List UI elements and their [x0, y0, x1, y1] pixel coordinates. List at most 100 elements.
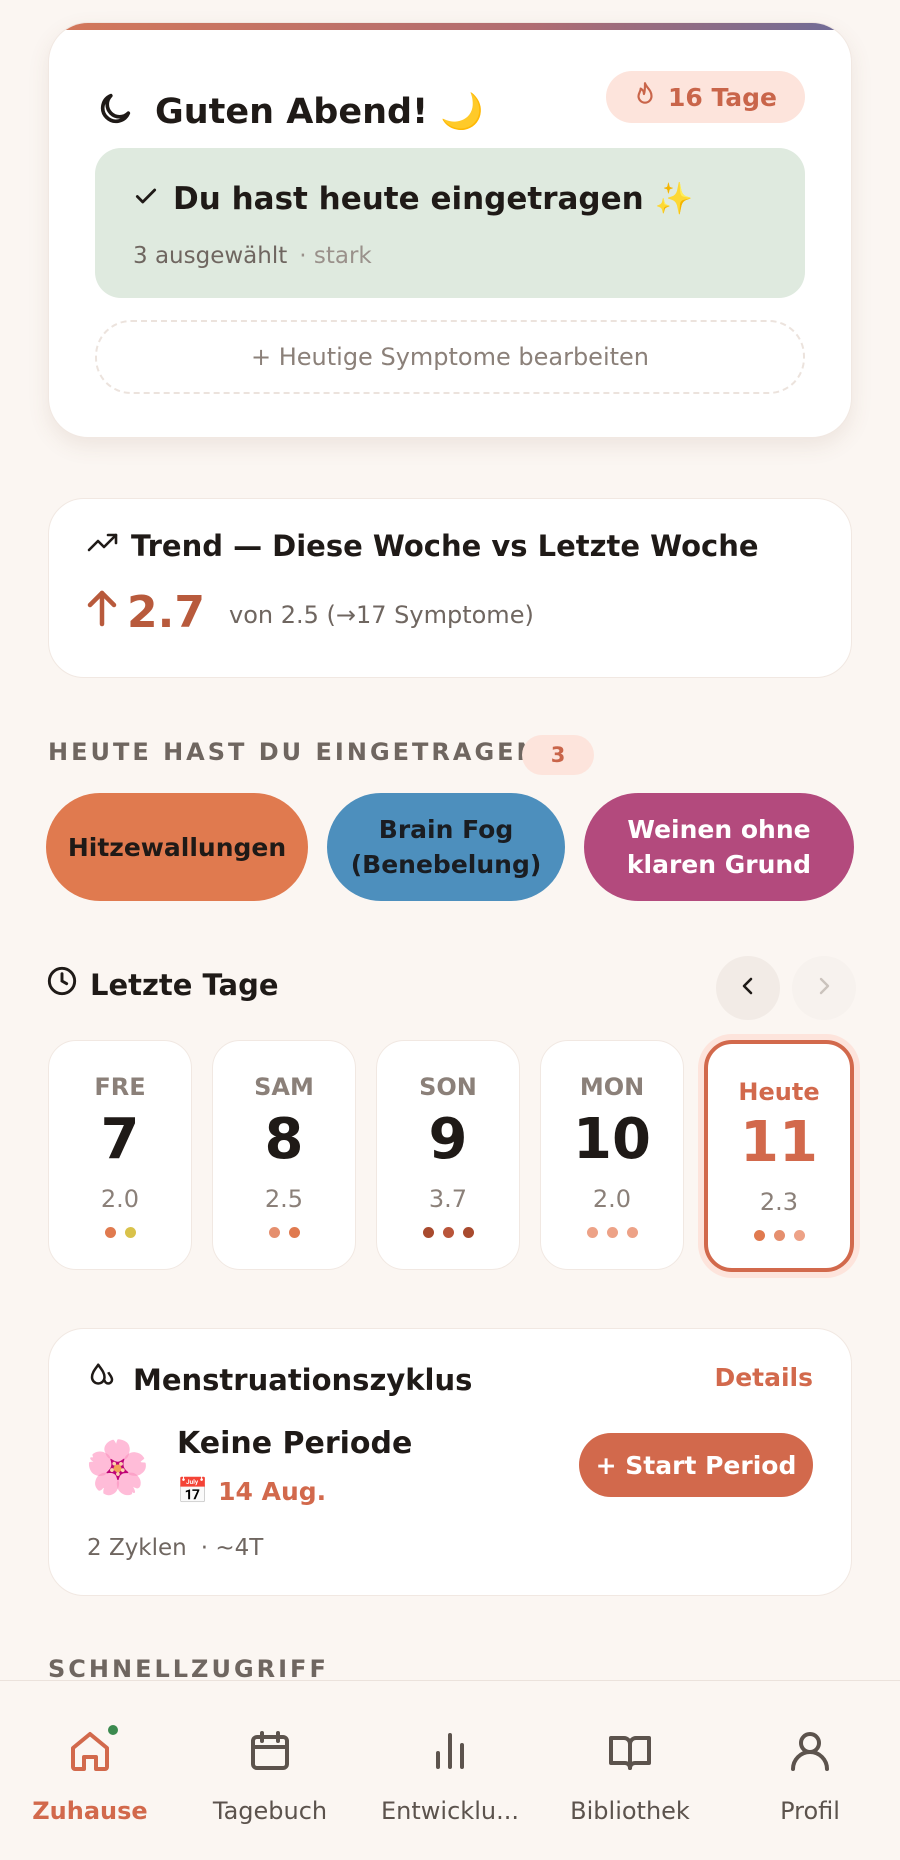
- day-card-mon[interactable]: MON 10 2.0: [540, 1040, 684, 1270]
- nav-label: Entwicklu...: [381, 1797, 519, 1825]
- day-weekday: Heute: [738, 1078, 820, 1106]
- cycle-details-link[interactable]: Details: [714, 1363, 813, 1392]
- day-card-sat[interactable]: SAM 8 2.5: [212, 1040, 356, 1270]
- day-dots: [213, 1227, 355, 1238]
- day-score: 3.7: [428, 1185, 468, 1213]
- symptom-chip[interactable]: Weinen ohne klaren Grund: [584, 793, 854, 901]
- day-dots: [49, 1227, 191, 1238]
- day-number: 10: [573, 1107, 651, 1172]
- severity-dot: [288, 1227, 300, 1238]
- chevron-left-icon: [738, 976, 758, 1000]
- day-score: 2.0: [100, 1185, 140, 1213]
- greeting-card: Guten Abend! 🌙 16 Tage Du hast heute ein…: [48, 22, 852, 438]
- severity-dot: [606, 1227, 618, 1238]
- cycle-title: Menstruationszyklus: [133, 1362, 473, 1397]
- trend-value: 2.7: [127, 587, 205, 638]
- drops-icon: [87, 1361, 117, 1398]
- home-icon: [0, 1727, 180, 1775]
- period-status: Keine Periode: [177, 1426, 413, 1461]
- severity-dot: [422, 1227, 434, 1238]
- trend-title: Trend — Diese Woche vs Letzte Woche: [131, 529, 759, 563]
- symptom-chip[interactable]: Brain Fog (Benebelung): [327, 793, 565, 901]
- trend-subtitle: von 2.5 (→17 Symptome): [229, 601, 534, 629]
- book-open-icon: [540, 1727, 720, 1775]
- day-dots: [708, 1230, 850, 1241]
- calendar-emoji-icon: 📅: [177, 1476, 209, 1505]
- streak-badge: 16 Tage: [605, 71, 805, 123]
- day-number: 7: [100, 1107, 140, 1172]
- symptom-chip-label: Weinen ohne klaren Grund: [626, 815, 812, 879]
- severity-dot: [442, 1227, 454, 1238]
- severity-dot: [773, 1230, 785, 1241]
- day-score: 2.3: [759, 1188, 799, 1216]
- card-accent-bar: [49, 23, 851, 30]
- user-icon: [720, 1727, 900, 1775]
- next-days-button[interactable]: [792, 956, 856, 1020]
- edit-symptoms-button[interactable]: + Heutige Symptome bearbeiten: [95, 320, 805, 394]
- nav-label: Profil: [780, 1797, 840, 1825]
- start-period-button[interactable]: + Start Period: [579, 1433, 813, 1497]
- severity-dot: [626, 1227, 638, 1238]
- today-section-label: HEUTE HAST DU EINGETRAGEN: [48, 738, 540, 766]
- nav-item-diary[interactable]: Tagebuch: [180, 1681, 360, 1860]
- period-date: 14 Aug.: [218, 1476, 327, 1506]
- day-weekday: FRE: [94, 1073, 146, 1101]
- cycle-footer: 2 Zyklen · ~4T: [87, 1535, 263, 1561]
- logged-count: 3 ausgewählt: [133, 243, 288, 269]
- logged-summary: 3 ausgewählt · stark: [133, 243, 372, 269]
- calendar-icon: [180, 1727, 360, 1775]
- severity-dot: [462, 1227, 474, 1238]
- day-number: 8: [264, 1107, 304, 1172]
- recent-days-header: Letzte Tage: [46, 965, 279, 1004]
- nav-label: Tagebuch: [212, 1797, 328, 1825]
- arrow-up-icon: [87, 587, 117, 638]
- trending-up-icon: [87, 529, 119, 563]
- flame-icon: [634, 81, 656, 113]
- period-date-row: 📅 14 Aug.: [177, 1476, 326, 1506]
- day-card-sun[interactable]: SON 9 3.7: [376, 1040, 520, 1270]
- nav-item-progress[interactable]: Entwicklu...: [360, 1681, 540, 1860]
- cycle-count: 2 Zyklen: [87, 1535, 187, 1561]
- symptom-chip[interactable]: Hitzewallungen: [46, 793, 308, 901]
- day-card-today[interactable]: Heute 11 2.3: [704, 1040, 854, 1272]
- trend-value-row: 2.7: [87, 587, 205, 638]
- recent-days-title: Letzte Tage: [90, 967, 279, 1002]
- greeting-header: Guten Abend! 🌙: [95, 75, 484, 147]
- severity-dot: [124, 1227, 136, 1238]
- severity-dot: [268, 1227, 280, 1238]
- clock-icon: [46, 965, 78, 1004]
- nav-item-library[interactable]: Bibliothek: [540, 1681, 720, 1860]
- severity-dot: [753, 1230, 765, 1241]
- day-weekday: MON: [579, 1073, 645, 1101]
- flower-icon: 🌸: [85, 1438, 150, 1498]
- quick-access-label: SCHNELLZUGRIFF: [48, 1655, 329, 1683]
- trend-card[interactable]: Trend — Diese Woche vs Letzte Woche 2.7 …: [48, 498, 852, 678]
- bar-chart-icon: [360, 1727, 540, 1775]
- check-icon: [133, 181, 159, 217]
- day-number: 11: [740, 1110, 818, 1175]
- bottom-nav: Zuhause Tagebuch Entwicklu... Bibliothek…: [0, 1680, 900, 1860]
- day-weekday: SAM: [254, 1073, 314, 1101]
- day-weekday: SON: [419, 1073, 477, 1101]
- streak-label: 16 Tage: [667, 82, 777, 112]
- day-score: 2.0: [592, 1185, 632, 1213]
- nav-item-home[interactable]: Zuhause: [0, 1681, 180, 1860]
- day-dots: [541, 1227, 683, 1238]
- trend-title-row: Trend — Diese Woche vs Letzte Woche: [87, 529, 759, 563]
- day-card-fri[interactable]: FRE 7 2.0: [48, 1040, 192, 1270]
- moon-icon: [95, 89, 135, 133]
- greeting-title: Guten Abend! 🌙: [155, 91, 484, 132]
- severity-dot: [793, 1230, 805, 1241]
- logged-today-box: Du hast heute eingetragen ✨ 3 ausgewählt…: [95, 148, 805, 298]
- severity-dot: [586, 1227, 598, 1238]
- cycle-title-row: Menstruationszyklus: [87, 1361, 472, 1398]
- nav-item-profile[interactable]: Profil: [720, 1681, 900, 1860]
- notification-dot: [106, 1723, 120, 1737]
- logged-severity: · stark: [299, 243, 372, 269]
- logged-title-row: Du hast heute eingetragen ✨: [133, 180, 693, 217]
- cycle-card: Menstruationszyklus Details 🌸 Keine Peri…: [48, 1328, 852, 1596]
- prev-days-button[interactable]: [716, 956, 780, 1020]
- symptom-chip-label: Brain Fog (Benebelung): [350, 815, 542, 879]
- today-count-badge: 3: [522, 735, 594, 775]
- day-score: 2.5: [264, 1185, 304, 1213]
